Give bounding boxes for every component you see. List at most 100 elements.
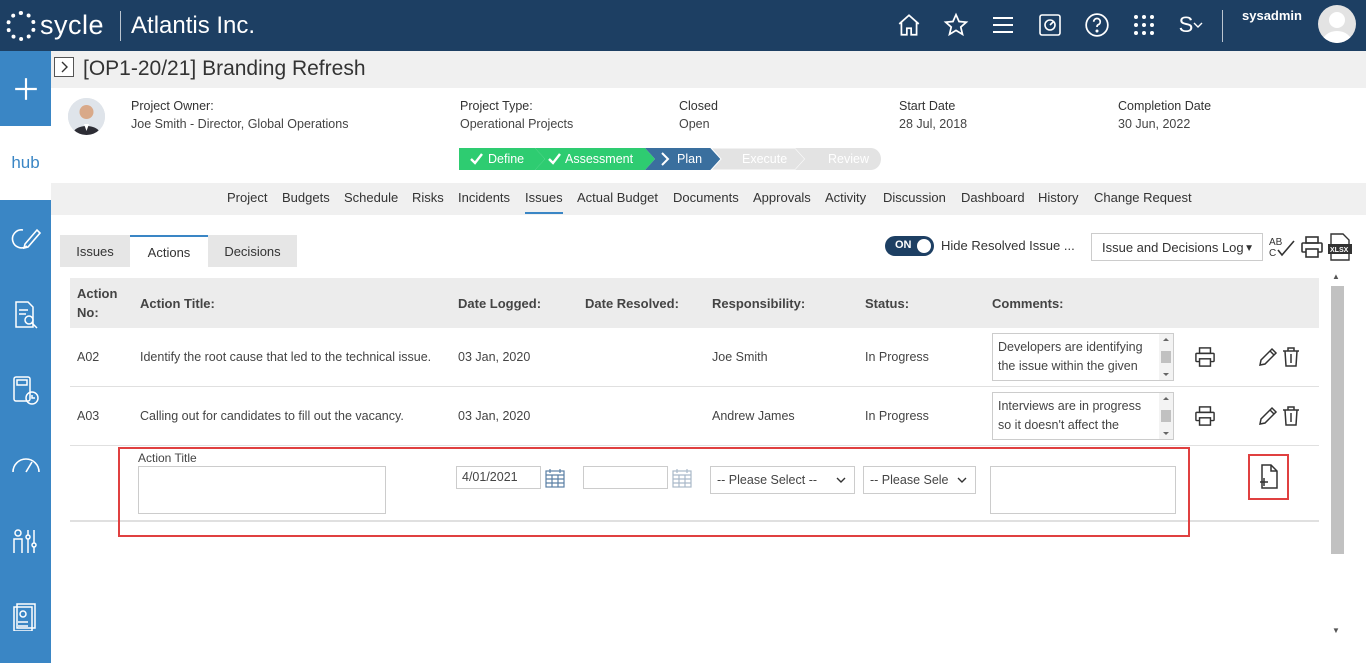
comment-textarea[interactable]: Developers are identifying the issue wit… [992,333,1174,381]
top-bar-icons: S [893,9,1222,41]
stage-execute[interactable]: Execute [715,148,787,170]
svg-text:C: C [1269,248,1276,259]
cell-date-logged: 03 Jan, 2020 [458,409,531,423]
gauge-icon[interactable] [0,435,51,495]
edit-icon[interactable] [1257,346,1279,368]
print-icon[interactable] [1194,405,1216,427]
print-icon[interactable] [1300,235,1324,259]
search-document-icon[interactable] [0,285,51,345]
sidebar-item-hub[interactable]: hub [0,126,51,200]
tab-incidents[interactable]: Incidents [458,190,510,205]
username[interactable]: sysadmin [1242,8,1302,23]
add-action-button[interactable] [1248,454,1289,500]
tab-schedule[interactable]: Schedule [344,190,398,205]
divider [120,10,122,41]
refresh-edit-icon[interactable] [0,209,51,269]
project-type-value: Operational Projects [460,117,574,131]
apps-grid-icon[interactable] [1128,9,1160,41]
comment-scrollbar[interactable] [1159,334,1173,380]
stage-define[interactable]: Define [459,148,524,170]
edit-icon[interactable] [1257,405,1279,427]
hide-resolved-toggle[interactable]: ON [885,236,934,256]
report-select[interactable]: Issue and Decisions Log ▼ [1091,233,1263,261]
tab-risks[interactable]: Risks [412,190,444,205]
page-title: [OP1-20/21] Branding Refresh [83,57,366,80]
project-owner: Project Owner: Joe Smith - Director, Glo… [131,99,348,131]
cell-action-title: Identify the root cause that led to the … [140,350,432,364]
add-document-icon [1259,464,1278,489]
calculator-clock-icon[interactable] [0,361,51,421]
home-icon[interactable] [893,9,925,41]
subtab-decisions[interactable]: Decisions [208,235,297,267]
xlsx-export-icon[interactable]: XLSX [1328,233,1352,261]
people-settings-icon[interactable] [0,511,51,571]
header-responsibility: Responsibility: [712,296,806,311]
sidebar: hub [0,51,51,663]
header-action-no-line1: Action [77,286,118,301]
project-closed-value: Open [679,117,710,131]
svg-text:AB: AB [1269,237,1283,248]
spellcheck-icon[interactable]: AB C [1268,235,1296,259]
tab-dashboard[interactable]: Dashboard [961,190,1025,205]
table-row: A02 Identify the root cause that led to … [70,328,1319,387]
project-closed: Closed Open [679,99,718,131]
expand-panel-button[interactable] [54,57,74,77]
logo[interactable]: sycle [6,10,104,41]
comment-scrollbar[interactable] [1159,393,1173,439]
stage-review[interactable]: Review [799,148,869,170]
scrollbar-thumb[interactable] [1331,286,1344,554]
print-icon[interactable] [1194,346,1216,368]
project-nav-tabs: Project Budgets Schedule Risks Incidents… [51,183,1366,215]
table-row: A03 Calling out for candidates to fill o… [70,387,1319,446]
app-root: sycle Atlantis Inc. S sysadmin hub [OP1-… [0,0,1366,663]
cell-comment: Developers are identifying the issue wit… [998,340,1143,373]
toggle-knob [917,239,931,253]
comment-textarea[interactable]: Interviews are in progress so it doesn't… [992,392,1174,440]
menu-icon[interactable] [987,9,1019,41]
dashboard-icon[interactable] [1034,9,1066,41]
tab-issues[interactable]: Issues [525,190,563,214]
cell-comment: Interviews are in progress so it doesn't… [998,399,1142,432]
tab-budgets[interactable]: Budgets [282,190,330,205]
subtab-issues[interactable]: Issues [60,235,130,267]
header-date-resolved: Date Resolved: [585,296,679,311]
help-icon[interactable] [1081,9,1113,41]
project-type-label: Project Type: [460,99,533,113]
tab-change-request[interactable]: Change Request [1094,190,1192,205]
project-owner-value: Joe Smith - Director, Global Operations [131,117,349,131]
delete-icon[interactable] [1280,405,1302,427]
tab-project[interactable]: Project [227,190,267,205]
user-menu-initial: S [1178,12,1194,37]
project-start-date: Start Date 28 Jul, 2018 [899,99,967,131]
cell-status: In Progress [865,350,929,364]
delete-icon[interactable] [1280,346,1302,368]
logo-text: sycle [40,10,105,40]
tab-actual-budget[interactable]: Actual Budget [577,190,658,205]
header-comments: Comments: [992,296,1064,311]
header-action-title: Action Title: [140,296,215,311]
user-menu-dropdown[interactable]: S [1175,9,1207,41]
cell-date-logged: 03 Jan, 2020 [458,350,531,364]
avatar[interactable] [1318,5,1356,43]
project-type: Project Type: Operational Projects [460,99,573,131]
report-icon[interactable] [0,587,51,647]
tab-approvals[interactable]: Approvals [753,190,811,205]
divider [1222,10,1223,42]
scroll-up-arrow[interactable]: ▲ [1332,272,1340,281]
stage-assessment[interactable]: Assessment [537,148,633,170]
tab-discussion[interactable]: Discussion [883,190,946,205]
add-icon[interactable] [0,59,51,119]
tab-activity[interactable]: Activity [825,190,866,205]
start-date-label: Start Date [899,99,956,113]
tab-documents[interactable]: Documents [673,190,739,205]
new-row-highlight [118,447,1190,537]
cell-responsibility: Andrew James [712,409,795,423]
completion-date-value: 30 Jun, 2022 [1118,117,1191,131]
project-owner-avatar [68,98,105,135]
scroll-down-arrow[interactable]: ▼ [1332,626,1340,635]
subtab-actions[interactable]: Actions [130,235,208,267]
header-date-logged: Date Logged: [458,296,542,311]
tab-history[interactable]: History [1038,190,1078,205]
star-icon[interactable] [940,9,972,41]
stage-plan[interactable]: Plan [649,148,702,170]
